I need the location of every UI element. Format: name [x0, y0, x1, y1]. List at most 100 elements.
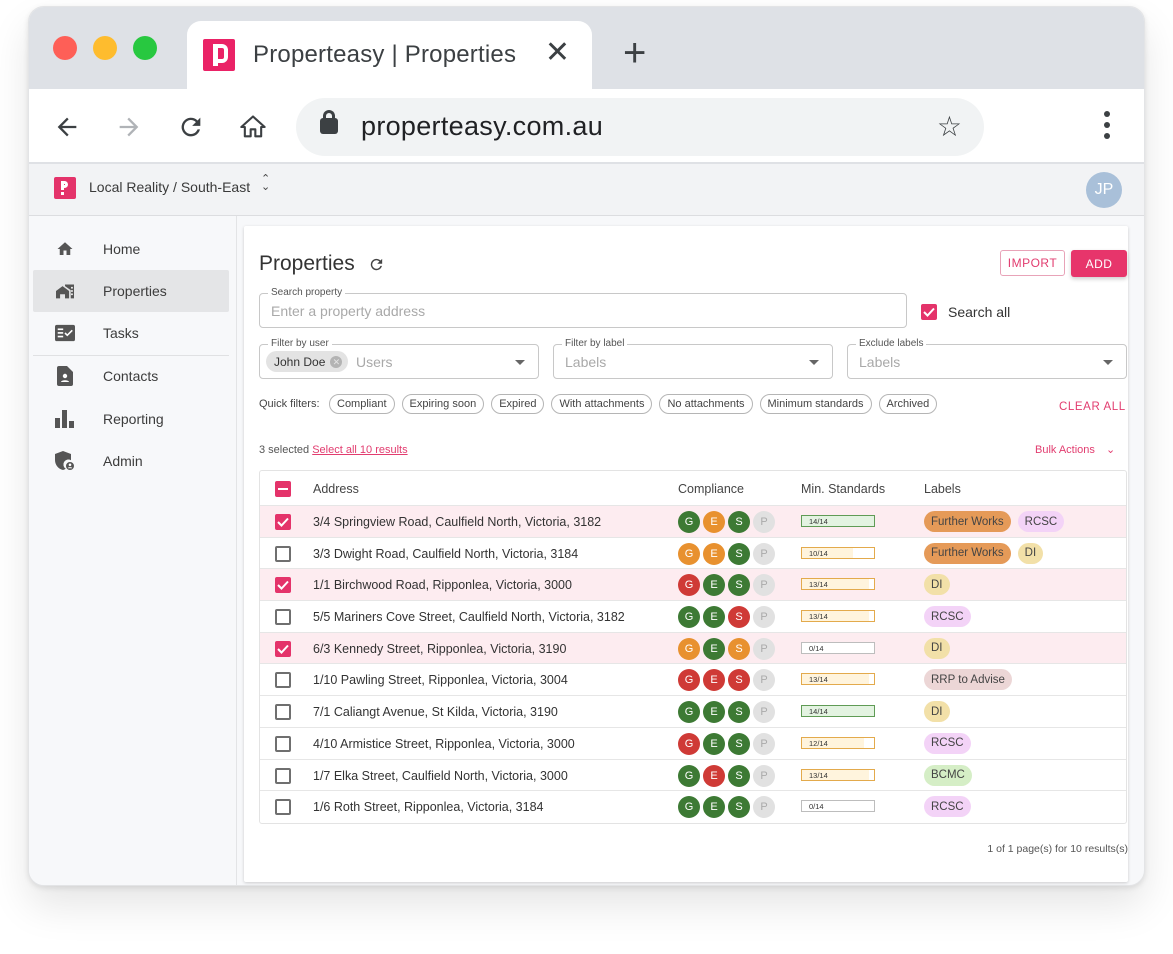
- import-button[interactable]: IMPORT: [1000, 250, 1065, 276]
- compliance-status-p[interactable]: P: [753, 637, 775, 660]
- compliance-status-g[interactable]: G: [678, 669, 700, 692]
- address-cell[interactable]: 7/1 Caliangt Avenue, St Kilda, Victoria,…: [313, 705, 558, 719]
- compliance-status-p[interactable]: P: [753, 574, 775, 597]
- row-checkbox[interactable]: [275, 672, 291, 689]
- label-chip[interactable]: RCSC: [924, 796, 971, 818]
- row-checkbox[interactable]: [275, 640, 291, 657]
- plus-icon[interactable]: +: [623, 33, 646, 73]
- filter-user-select[interactable]: Filter by user John Doe ✕ Users: [259, 338, 539, 379]
- row-checkbox[interactable]: [275, 799, 291, 816]
- compliance-status-g[interactable]: G: [678, 701, 700, 724]
- quick-filter-expiring-soon[interactable]: Expiring soon: [401, 394, 485, 414]
- address-cell[interactable]: 1/6 Roth Street, Ripponlea, Victoria, 31…: [313, 800, 543, 814]
- dropdown-caret-icon[interactable]: [809, 360, 819, 365]
- label-chip[interactable]: RCSC: [1017, 511, 1065, 532]
- address-cell[interactable]: 3/4 Springview Road, Caulfield North, Vi…: [313, 515, 601, 529]
- sidebar-item-properties[interactable]: Properties: [33, 270, 229, 312]
- star-icon[interactable]: ☆: [937, 110, 962, 143]
- compliance-status-p[interactable]: P: [753, 669, 775, 692]
- row-checkbox[interactable]: [275, 577, 291, 594]
- sidebar-item-tasks[interactable]: Tasks: [33, 312, 229, 354]
- filter-label-select[interactable]: Filter by label Labels: [553, 338, 833, 379]
- search-all-checkbox[interactable]: Search all: [921, 304, 1010, 320]
- table-row[interactable]: 1/7 Elka Street, Caulfield North, Victor…: [260, 760, 1126, 792]
- back-arrow-icon[interactable]: [47, 107, 87, 147]
- home-icon[interactable]: [233, 107, 273, 147]
- address-cell[interactable]: 4/10 Armistice Street, Ripponlea, Victor…: [313, 737, 575, 751]
- column-header-compliance[interactable]: Compliance: [678, 482, 744, 496]
- close-icon[interactable]: ✕: [545, 37, 570, 69]
- compliance-status-e[interactable]: E: [703, 511, 725, 533]
- address-cell[interactable]: 1/10 Pawling Street, Ripponlea, Victoria…: [313, 673, 568, 687]
- bulk-actions-dropdown[interactable]: Bulk Actions ⌄: [1035, 443, 1115, 456]
- sidebar-item-home[interactable]: Home: [33, 228, 229, 270]
- compliance-status-p[interactable]: P: [753, 732, 775, 755]
- quick-filter-no-attachments[interactable]: No attachments: [659, 394, 753, 414]
- close-window-button[interactable]: [53, 36, 77, 60]
- table-row[interactable]: 7/1 Caliangt Avenue, St Kilda, Victoria,…: [260, 696, 1126, 728]
- compliance-status-g[interactable]: G: [678, 511, 700, 533]
- add-button[interactable]: ADD: [1071, 250, 1127, 277]
- address-cell[interactable]: 1/1 Birchwood Road, Ripponlea, Victoria,…: [313, 578, 572, 592]
- compliance-status-s[interactable]: S: [728, 542, 750, 565]
- label-chip[interactable]: DI: [1017, 542, 1044, 564]
- compliance-status-s[interactable]: S: [728, 796, 750, 819]
- row-checkbox[interactable]: [275, 704, 291, 721]
- compliance-status-e[interactable]: E: [703, 606, 725, 629]
- column-header-min-standards[interactable]: Min. Standards: [801, 482, 885, 496]
- label-chip[interactable]: BCMC: [924, 764, 972, 786]
- address-cell[interactable]: 6/3 Kennedy Street, Ripponlea, Victoria,…: [313, 642, 566, 656]
- label-chip[interactable]: RCSC: [924, 732, 971, 754]
- select-all-checkbox[interactable]: [275, 481, 291, 497]
- address-cell[interactable]: 5/5 Mariners Cove Street, Caulfield Nort…: [313, 610, 625, 624]
- table-row[interactable]: 4/10 Armistice Street, Ripponlea, Victor…: [260, 728, 1126, 760]
- compliance-status-s[interactable]: S: [728, 764, 750, 787]
- compliance-status-e[interactable]: E: [703, 764, 725, 787]
- quick-filter-minimum-standards[interactable]: Minimum standards: [759, 394, 872, 414]
- kebab-menu-icon[interactable]: [1104, 111, 1110, 144]
- compliance-status-s[interactable]: S: [728, 606, 750, 629]
- compliance-status-p[interactable]: P: [753, 542, 775, 565]
- table-row[interactable]: 3/4 Springview Road, Caulfield North, Vi…: [260, 506, 1126, 538]
- exclude-labels-select[interactable]: Exclude labels Labels: [847, 338, 1127, 379]
- search-input[interactable]: Search property Enter a property address: [259, 287, 907, 328]
- minimize-window-button[interactable]: [93, 36, 117, 60]
- compliance-status-s[interactable]: S: [728, 637, 750, 660]
- compliance-status-e[interactable]: E: [703, 574, 725, 597]
- checkbox-checked-icon[interactable]: [921, 304, 937, 320]
- dropdown-caret-icon[interactable]: [515, 360, 525, 365]
- compliance-status-p[interactable]: P: [753, 764, 775, 787]
- label-chip[interactable]: RRP to Advise: [924, 669, 1012, 691]
- avatar[interactable]: JP: [1086, 172, 1122, 208]
- compliance-status-e[interactable]: E: [703, 701, 725, 724]
- column-header-address[interactable]: Address: [313, 482, 359, 496]
- reload-icon[interactable]: [171, 107, 211, 147]
- row-checkbox[interactable]: [275, 514, 291, 530]
- chip-remove-icon[interactable]: ✕: [330, 355, 343, 368]
- app-logo[interactable]: [54, 177, 76, 199]
- compliance-status-g[interactable]: G: [678, 606, 700, 629]
- label-chip[interactable]: RCSC: [924, 606, 971, 628]
- sidebar-item-reporting[interactable]: Reporting: [33, 398, 229, 440]
- clear-all-button[interactable]: CLEAR ALL: [1059, 401, 1126, 413]
- compliance-status-g[interactable]: G: [678, 637, 700, 660]
- row-checkbox[interactable]: [275, 609, 291, 626]
- label-chip[interactable]: DI: [924, 574, 950, 596]
- compliance-status-g[interactable]: G: [678, 764, 700, 787]
- compliance-status-p[interactable]: P: [753, 701, 775, 724]
- label-chip[interactable]: DI: [924, 701, 950, 723]
- compliance-status-p[interactable]: P: [753, 796, 775, 819]
- compliance-status-p[interactable]: P: [753, 606, 775, 629]
- compliance-status-e[interactable]: E: [703, 796, 725, 819]
- compliance-status-p[interactable]: P: [753, 511, 775, 533]
- compliance-status-e[interactable]: E: [703, 669, 725, 692]
- row-checkbox[interactable]: [275, 767, 291, 784]
- column-header-labels[interactable]: Labels: [924, 482, 961, 496]
- compliance-status-g[interactable]: G: [678, 574, 700, 597]
- quick-filter-expired[interactable]: Expired: [491, 394, 545, 414]
- compliance-status-s[interactable]: S: [728, 574, 750, 597]
- table-row[interactable]: 1/6 Roth Street, Ripponlea, Victoria, 31…: [260, 791, 1126, 823]
- compliance-status-g[interactable]: G: [678, 732, 700, 755]
- compliance-status-s[interactable]: S: [728, 669, 750, 692]
- address-cell[interactable]: 3/3 Dwight Road, Caulfield North, Victor…: [313, 547, 578, 561]
